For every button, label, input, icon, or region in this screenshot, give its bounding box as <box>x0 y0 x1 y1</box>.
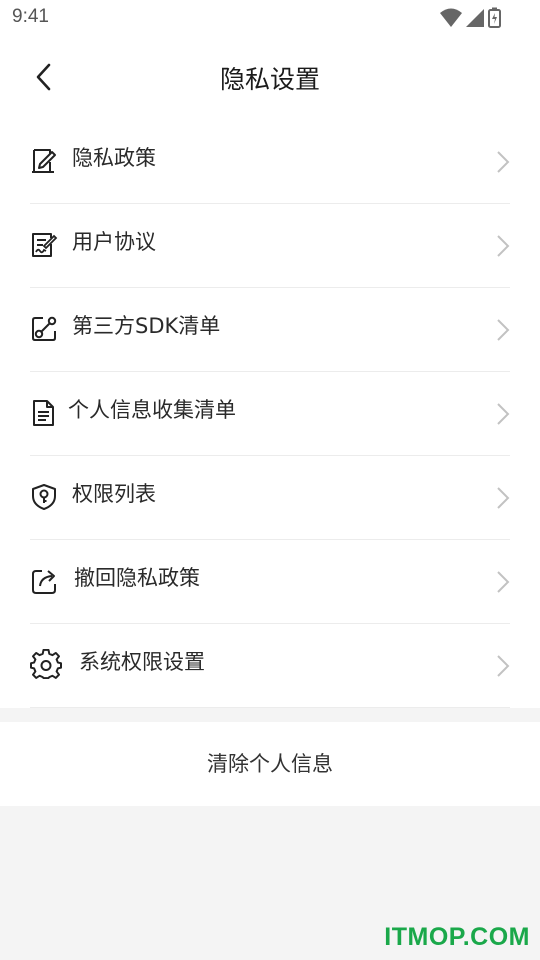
chevron-right-icon <box>497 403 510 425</box>
menu-item-system-permissions[interactable]: 系统权限设置 <box>30 624 510 708</box>
link-share-icon <box>32 316 57 341</box>
menu-item-permission-list[interactable]: 权限列表 <box>30 456 510 540</box>
menu-item-label: 用户协议 <box>72 230 156 254</box>
document-edit-icon <box>32 149 56 173</box>
menu-item-third-party-sdk[interactable]: 第三方SDK清单 <box>30 288 510 372</box>
menu-item-label: 系统权限设置 <box>79 650 205 674</box>
clear-personal-info-button[interactable]: 清除个人信息 <box>0 722 540 806</box>
menu-item-label: 隐私政策 <box>72 146 156 170</box>
battery-icon <box>488 7 501 28</box>
chevron-right-icon <box>497 235 510 257</box>
menu-item-label: 第三方SDK清单 <box>72 314 221 338</box>
watermark: ITMOP.COM <box>384 923 530 951</box>
status-icons <box>440 7 501 28</box>
menu-item-user-agreement[interactable]: 用户协议 <box>30 204 510 288</box>
status-time: 9:41 <box>12 6 49 27</box>
file-list-icon <box>33 400 54 426</box>
status-bar: 9:41 <box>0 0 540 36</box>
nav-bar: 隐私设置 <box>0 36 540 120</box>
chevron-right-icon <box>497 487 510 509</box>
settings-list: 隐私政策 用户协议 第三方SDK清单 个人信息收集清单 权限列表 撤回隐私政策 … <box>0 120 540 708</box>
menu-item-personal-info-list[interactable]: 个人信息收集清单 <box>30 372 510 456</box>
menu-item-revoke-policy[interactable]: 撤回隐私政策 <box>30 540 510 624</box>
menu-item-label: 撤回隐私政策 <box>74 566 200 590</box>
menu-item-label: 个人信息收集清单 <box>68 398 236 422</box>
top-panel: 9:41 隐私设置 隐私政策 用户协议 第三方SDK清单 个人信息收集清单 权限… <box>0 0 540 708</box>
page-title: 隐私设置 <box>219 65 320 94</box>
chevron-right-icon <box>497 655 510 677</box>
menu-item-label: 权限列表 <box>72 482 156 506</box>
chevron-right-icon <box>497 571 510 593</box>
gear-icon <box>30 649 62 680</box>
chevron-right-icon <box>497 151 510 173</box>
chevron-right-icon <box>497 319 510 341</box>
cell-signal-icon <box>466 9 484 27</box>
shield-key-icon <box>32 484 56 510</box>
revoke-share-icon <box>32 570 56 594</box>
wifi-icon <box>440 8 462 27</box>
menu-item-privacy-policy[interactable]: 隐私政策 <box>30 120 510 204</box>
signed-agreement-icon <box>32 233 58 257</box>
